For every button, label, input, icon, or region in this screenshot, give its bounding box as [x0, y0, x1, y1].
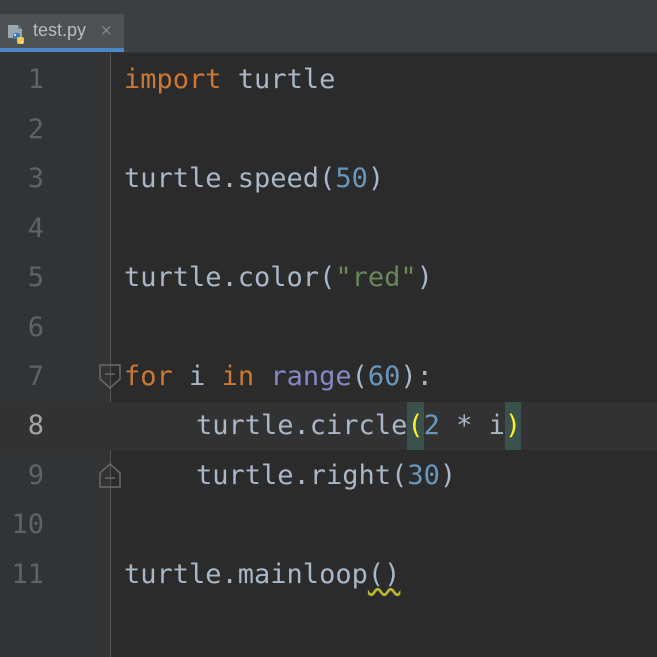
code-line-7[interactable]: for i in range(60):	[124, 353, 433, 401]
open-paren: (	[351, 361, 368, 392]
number-literal: 2	[423, 410, 440, 441]
keyword-for: for	[124, 361, 173, 392]
tab-label: test.py	[33, 20, 87, 40]
warning-squiggle-parens: ()	[367, 559, 401, 590]
module-name: turtle	[221, 64, 336, 95]
code-line-5[interactable]: turtle.color("red")	[124, 254, 433, 302]
keyword-import: import	[124, 64, 222, 95]
close-paren: )	[367, 163, 385, 194]
line-number: 11	[11, 559, 44, 590]
line-number: 5	[27, 262, 44, 293]
fold-end-icon[interactable]	[99, 462, 121, 488]
call-mainloop: turtle.mainloop	[124, 559, 368, 590]
fold-collapse-icon[interactable]	[99, 364, 121, 390]
matched-open-paren: (	[407, 402, 424, 450]
editor-tab-bar: test.py ×	[0, 0, 657, 53]
python-file-icon	[6, 24, 26, 46]
line-number: 4	[27, 213, 44, 244]
line-number: 10	[11, 509, 44, 540]
expression: * i	[439, 410, 505, 441]
code-line-3[interactable]: turtle.speed(50)	[124, 155, 384, 203]
tab-test-py[interactable]: test.py ×	[0, 14, 124, 52]
code-line-1[interactable]: import turtle	[124, 56, 335, 104]
code-line-9[interactable]: turtle.right(30)	[124, 452, 456, 500]
line-number: 3	[27, 163, 44, 194]
line-number: 2	[27, 114, 44, 145]
call-right: turtle.right(	[196, 460, 408, 491]
line-number: 9	[27, 460, 44, 491]
close-icon[interactable]: ×	[100, 21, 113, 39]
line-number: 7	[27, 361, 44, 392]
call-circle: turtle.circle	[196, 410, 408, 441]
number-literal: 50	[335, 163, 368, 194]
number-literal: 30	[407, 460, 440, 491]
close-paren: )	[416, 262, 433, 293]
close-paren: )	[439, 460, 457, 491]
loop-variable: i	[172, 361, 222, 392]
line-number: 6	[27, 312, 44, 343]
call-color: turtle.color(	[124, 262, 336, 293]
call-speed: turtle.speed(	[124, 163, 336, 194]
number-literal: 60	[367, 361, 401, 392]
line-number: 1	[27, 64, 44, 95]
code-line-8[interactable]: turtle.circle(2 * i)	[124, 402, 522, 450]
line-number-current: 8	[27, 410, 44, 441]
builtin-range: range	[270, 361, 352, 392]
matched-close-paren: )	[504, 402, 522, 450]
string-literal: "red"	[335, 262, 417, 293]
keyword-in: in	[221, 361, 255, 392]
close-paren-colon: ):	[400, 361, 433, 392]
code-line-11[interactable]: turtle.mainloop()	[124, 551, 400, 599]
